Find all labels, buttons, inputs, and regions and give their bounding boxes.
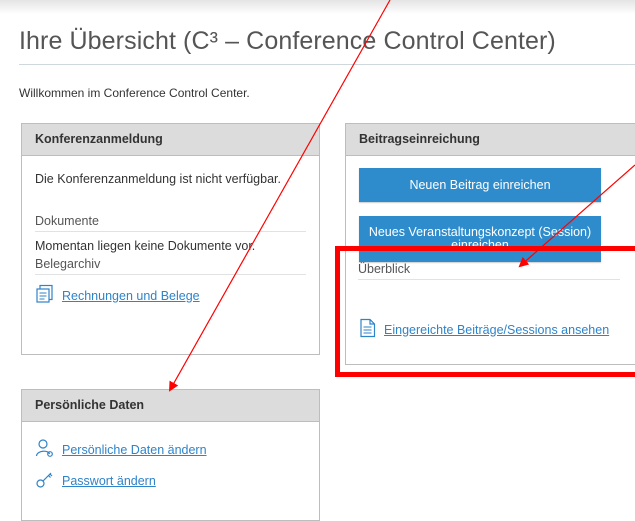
- archive-link[interactable]: Rechnungen und Belege: [62, 289, 200, 303]
- submission-panel-header: Beitragseinreichung: [346, 124, 635, 156]
- registration-panel: Konferenzanmeldung Die Konferenzanmeldun…: [21, 123, 320, 355]
- user-settings-icon: [35, 438, 55, 461]
- change-password-link[interactable]: Passwort ändern: [62, 474, 156, 488]
- top-shadow: [0, 0, 635, 14]
- edit-personal-link[interactable]: Persönliche Daten ändern: [62, 443, 207, 457]
- key-icon: [35, 469, 55, 492]
- title-divider: [19, 64, 635, 65]
- documents-heading: Dokumente: [35, 214, 306, 232]
- welcome-text: Willkommen im Conference Control Center.: [19, 86, 250, 100]
- edit-personal-link-row[interactable]: Persönliche Daten ändern: [35, 438, 207, 461]
- registration-status: Die Konferenzanmeldung ist nicht verfügb…: [35, 172, 281, 186]
- archive-heading: Belegarchiv: [35, 257, 306, 275]
- highlight-box: [335, 246, 635, 377]
- archive-link-row[interactable]: Rechnungen und Belege: [35, 284, 200, 307]
- new-paper-button[interactable]: Neuen Beitrag einreichen: [359, 168, 601, 202]
- personal-panel-header: Persönliche Daten: [22, 390, 319, 422]
- invoice-icon: [35, 284, 55, 307]
- change-password-link-row[interactable]: Passwort ändern: [35, 469, 156, 492]
- personal-panel: Persönliche Daten Persönliche Daten ände…: [21, 389, 320, 521]
- documents-text: Momentan liegen keine Dokumente vor.: [35, 239, 256, 253]
- page-title: Ihre Übersicht (C³ – Conference Control …: [19, 27, 556, 55]
- registration-panel-header: Konferenzanmeldung: [22, 124, 319, 156]
